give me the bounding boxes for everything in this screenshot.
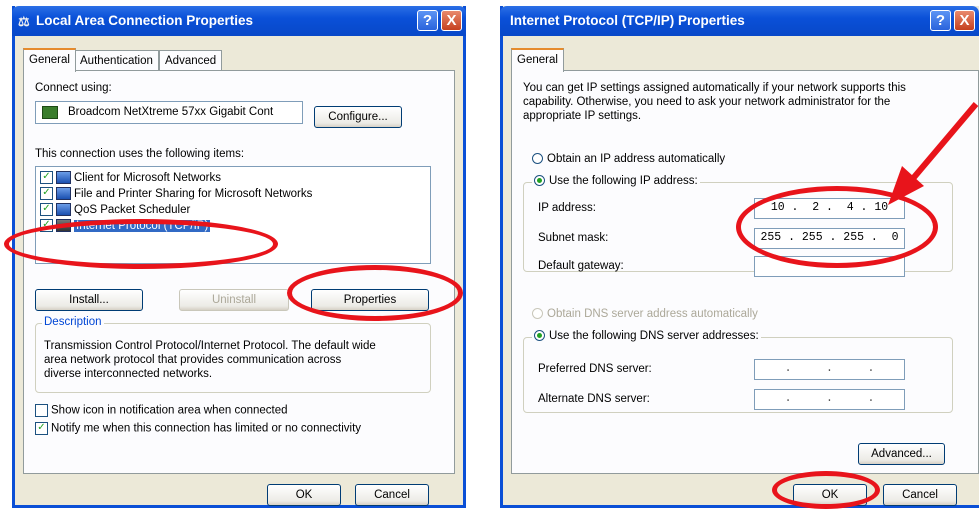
- connect-using-label: Connect using:: [35, 82, 112, 94]
- checkbox[interactable]: ✓: [40, 203, 53, 217]
- sharing-icon: [56, 187, 71, 201]
- adapter-field: Broadcom NetXtreme 57xx Gigabit Cont: [35, 101, 303, 124]
- annotation-arrow: [888, 102, 979, 205]
- window-title: Internet Protocol (TCP/IP) Properties: [510, 13, 745, 28]
- show-icon-checkbox[interactable]: [35, 404, 48, 417]
- preferred-dns-field[interactable]: . . .: [754, 359, 905, 380]
- advanced-button[interactable]: Advanced...: [858, 443, 945, 465]
- list-item-client[interactable]: ✓ Client for Microsoft Networks: [40, 170, 221, 187]
- install-button[interactable]: Install...: [35, 289, 143, 311]
- checkbox[interactable]: ✓: [40, 171, 53, 185]
- help-button[interactable]: ?: [930, 10, 951, 31]
- items-label: This connection uses the following items…: [35, 148, 245, 160]
- annotation-ring-properties: [287, 265, 463, 321]
- tcpip-properties-dialog: Internet Protocol (TCP/IP) Properties ? …: [500, 6, 979, 508]
- description-group: Description Transmission Control Protoco…: [35, 316, 431, 393]
- radio: [532, 308, 543, 320]
- intro-line-3: appropriate IP settings.: [523, 110, 642, 122]
- dns-group: Use the following DNS server addresses: …: [523, 330, 953, 413]
- cancel-button[interactable]: Cancel: [355, 484, 429, 506]
- use-following-ip-option[interactable]: Use the following IP address:: [532, 175, 700, 187]
- radio[interactable]: [532, 153, 543, 165]
- subnet-mask-label: Subnet mask:: [538, 232, 609, 244]
- intro-line-1: You can get IP settings assigned automat…: [523, 82, 906, 94]
- title-bar: ⚖ Local Area Connection Properties ? X: [12, 6, 466, 36]
- radio[interactable]: [534, 330, 545, 342]
- description-line-1: Transmission Control Protocol/Internet P…: [44, 340, 376, 352]
- configure-button[interactable]: Configure...: [314, 106, 402, 128]
- default-gateway-label: Default gateway:: [538, 260, 624, 272]
- close-button[interactable]: X: [954, 10, 975, 31]
- adapter-name: Broadcom NetXtreme 57xx Gigabit Cont: [68, 106, 274, 118]
- obtain-ip-auto-option[interactable]: Obtain an IP address automatically: [532, 153, 725, 165]
- alternate-dns-label: Alternate DNS server:: [538, 393, 650, 405]
- cancel-button[interactable]: Cancel: [883, 484, 957, 506]
- radio[interactable]: [534, 175, 545, 187]
- tab-general[interactable]: General: [23, 48, 76, 72]
- checkbox[interactable]: ✓: [40, 187, 53, 201]
- window-title: Local Area Connection Properties: [36, 13, 254, 28]
- description-line-2: area network protocol that provides comm…: [44, 354, 342, 366]
- ok-button[interactable]: OK: [267, 484, 341, 506]
- preferred-dns-label: Preferred DNS server:: [538, 363, 652, 375]
- title-bar: Internet Protocol (TCP/IP) Properties ? …: [500, 6, 979, 36]
- list-item-qos[interactable]: ✓ QoS Packet Scheduler: [40, 202, 190, 219]
- annotation-ring-tcpip: [4, 219, 278, 269]
- notify-checkbox[interactable]: ✓: [35, 422, 48, 435]
- use-following-dns-option[interactable]: Use the following DNS server addresses:: [532, 330, 761, 342]
- annotation-ring-ok: [772, 471, 880, 509]
- adapter-icon: [42, 106, 58, 119]
- uninstall-button: Uninstall: [179, 289, 289, 311]
- ip-address-label: IP address:: [538, 202, 596, 214]
- show-icon-option[interactable]: Show icon in notification area when conn…: [35, 404, 288, 417]
- network-icon: ⚖: [18, 14, 30, 29]
- intro-line-2: capability. Otherwise, you need to ask y…: [523, 96, 891, 108]
- tab-general[interactable]: General: [511, 48, 564, 72]
- description-line-3: diverse interconnected networks.: [44, 368, 213, 380]
- notify-option[interactable]: ✓ Notify me when this connection has limi…: [35, 422, 361, 435]
- qos-icon: [56, 203, 71, 217]
- client-icon: [56, 171, 71, 185]
- description-legend: Description: [42, 316, 104, 328]
- arrow-shaft: [907, 102, 979, 184]
- obtain-dns-auto-option: Obtain DNS server address automatically: [532, 308, 758, 320]
- tab-authentication[interactable]: Authentication: [74, 50, 159, 70]
- close-button[interactable]: X: [441, 10, 462, 31]
- help-button[interactable]: ?: [417, 10, 438, 31]
- tab-advanced[interactable]: Advanced: [159, 50, 223, 70]
- list-item-file-sharing[interactable]: ✓ File and Printer Sharing for Microsoft …: [40, 186, 312, 203]
- alternate-dns-field[interactable]: . . .: [754, 389, 905, 410]
